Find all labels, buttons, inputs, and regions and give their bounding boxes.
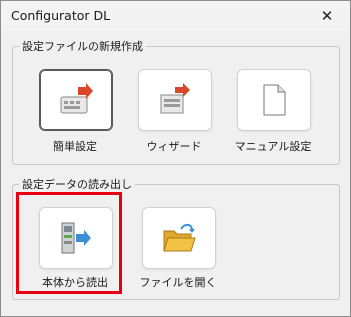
open-file-label: ファイルを開く	[139, 276, 217, 289]
folder-open-icon	[163, 223, 196, 252]
keyboard-arrow-icon	[60, 83, 93, 114]
wizard-button[interactable]	[138, 69, 212, 131]
close-icon: ✕	[320, 7, 334, 25]
read-settings-group-label: 設定データの読み出し	[19, 176, 135, 192]
wizard-icon	[160, 83, 190, 114]
close-button[interactable]: ✕	[304, 1, 350, 31]
new-config-group-label: 設定ファイルの新規作成	[19, 38, 146, 54]
manual-setup-button[interactable]	[237, 69, 311, 131]
title-bar: Configurator DL ✕	[1, 1, 350, 31]
easy-setup-button[interactable]	[39, 69, 113, 131]
document-icon	[263, 84, 286, 116]
easy-setup-label: 簡単設定	[53, 140, 97, 153]
window-title: Configurator DL	[11, 8, 111, 23]
manual-setup-label: マニュアル設定	[234, 140, 312, 153]
configurator-window: Configurator DL ✕ 設定ファイルの新規作成 簡単設定 ウィザード…	[0, 0, 351, 317]
open-file-button[interactable]	[142, 207, 216, 269]
wizard-label: ウィザード	[146, 140, 202, 153]
selection-highlight	[16, 192, 122, 294]
